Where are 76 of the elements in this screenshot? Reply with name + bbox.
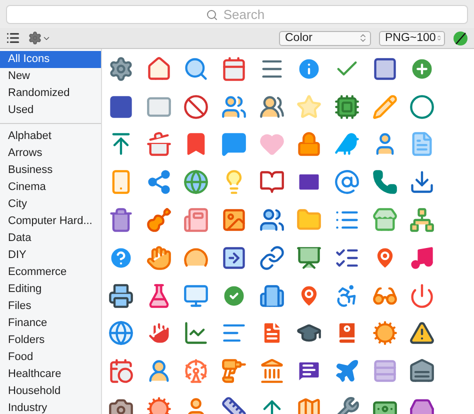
group-icon[interactable] [258, 94, 285, 120]
color-swatch-icon[interactable] [453, 30, 468, 46]
sidebar-item[interactable]: All Icons [0, 51, 101, 68]
people-icon[interactable] [258, 207, 285, 234]
chart-board-icon[interactable] [183, 320, 210, 346]
sidebar-item[interactable]: Randomized [0, 85, 101, 102]
gear-icon[interactable] [108, 56, 134, 82]
sidebar-item[interactable]: Editing [0, 281, 101, 298]
list-icon[interactable] [6, 31, 20, 45]
landmark-icon[interactable] [258, 358, 285, 384]
sidebar-item[interactable]: City [0, 196, 101, 213]
format-select[interactable]: PNG~100 [379, 30, 445, 46]
star-icon[interactable] [296, 94, 322, 120]
color-mode-select[interactable]: Color [279, 30, 371, 46]
sidebar-item[interactable]: Arrows [0, 145, 101, 162]
trash-icon[interactable] [108, 207, 134, 234]
globe-icon[interactable] [183, 169, 210, 196]
sidebar-item[interactable]: Used [0, 102, 101, 119]
warning-icon[interactable] [409, 320, 436, 346]
sidebar-item[interactable]: Cinema [0, 179, 101, 196]
shop-icon[interactable] [372, 207, 398, 234]
music-note-icon[interactable] [409, 244, 436, 271]
chat-bubble-icon[interactable] [220, 131, 247, 158]
sidebar-item[interactable]: Files [0, 298, 101, 315]
frame-icon[interactable] [372, 56, 398, 82]
newspaper-icon[interactable] [183, 207, 210, 234]
chevrons-icon [358, 33, 368, 43]
sidebar-item[interactable]: Finance [0, 315, 101, 332]
padlock-icon[interactable] [296, 131, 322, 158]
guitar-icon[interactable] [146, 207, 172, 234]
handset-icon[interactable] [372, 169, 398, 196]
sidebar-item[interactable]: Household [0, 383, 101, 400]
sidebar-item[interactable]: Computer Hard... [0, 213, 101, 230]
garage-icon[interactable] [409, 358, 436, 384]
map-icon[interactable] [296, 396, 322, 414]
calendar-icon[interactable] [220, 56, 247, 82]
carousel-icon[interactable] [183, 358, 210, 384]
printer-icon[interactable] [108, 282, 134, 309]
sidebar-item[interactable]: Ecommerce [0, 264, 101, 281]
org-chart-icon[interactable] [409, 207, 436, 234]
bird-icon[interactable] [334, 131, 360, 158]
search-icon [206, 8, 218, 20]
sidebar-item[interactable]: Business [0, 162, 101, 179]
search-field[interactable]: Search [6, 4, 468, 24]
sidebar-item[interactable]: New [0, 68, 101, 85]
sidebar-item[interactable]: Healthcare [0, 366, 101, 383]
sidebar-item[interactable]: Folders [0, 332, 101, 349]
link-icon[interactable] [258, 244, 285, 271]
image-icon[interactable] [220, 207, 247, 234]
share-icon[interactable] [146, 169, 172, 196]
sidebar-item[interactable]: DIY [0, 247, 101, 264]
gear-icon[interactable] [28, 31, 51, 45]
drill-icon[interactable] [220, 358, 247, 384]
pencil-icon[interactable] [372, 94, 398, 120]
calendar-clock-icon[interactable] [108, 358, 134, 384]
rows-icon[interactable] [372, 358, 398, 384]
power-icon[interactable] [409, 282, 436, 309]
ban-icon[interactable] [183, 94, 210, 120]
download-icon[interactable] [409, 169, 436, 196]
sidebar-item[interactable]: Food [0, 349, 101, 366]
book-icon[interactable] [258, 169, 285, 196]
airplane-icon[interactable] [334, 358, 360, 384]
chevrons-icon [436, 33, 442, 43]
sidebar-item[interactable]: Alphabet [0, 128, 101, 145]
house-icon[interactable] [146, 56, 172, 82]
board-icon[interactable] [296, 244, 322, 271]
search-icon[interactable] [183, 56, 210, 82]
pot-icon[interactable] [146, 131, 172, 158]
people-icon[interactable] [220, 94, 247, 120]
at-sign-icon[interactable] [334, 169, 360, 196]
sidebar-item[interactable]: Data [0, 230, 101, 247]
hand-icon[interactable] [146, 244, 172, 271]
sidebar-item[interactable]: Industry [0, 400, 101, 414]
monitor-icon[interactable] [183, 282, 210, 309]
globe-icon[interactable] [108, 320, 134, 346]
ruler-icon[interactable] [220, 396, 247, 414]
